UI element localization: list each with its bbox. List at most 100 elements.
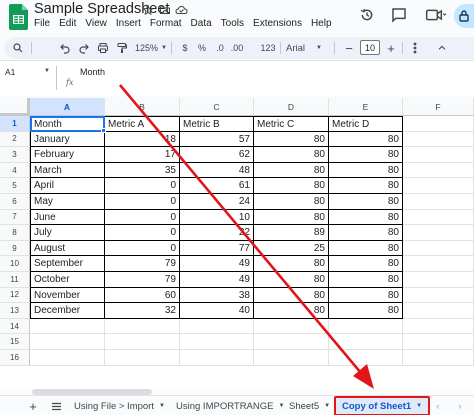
cell-f6[interactable] — [403, 194, 474, 210]
cell-e9[interactable]: 80 — [329, 240, 403, 257]
row-header-7[interactable]: 7 — [0, 209, 30, 226]
search-menus-icon[interactable] — [10, 37, 26, 59]
cell-d13[interactable]: 80 — [254, 303, 329, 319]
cell-c7[interactable]: 10 — [180, 209, 254, 226]
cell-e1[interactable]: Metric D — [329, 116, 403, 132]
row-header-9[interactable]: 9 — [0, 240, 30, 257]
cell-f16[interactable] — [403, 350, 474, 366]
row-header-16[interactable]: 16 — [0, 350, 30, 366]
row-header-8[interactable]: 8 — [0, 225, 30, 241]
cell-d10[interactable]: 80 — [254, 256, 329, 272]
fill-handle[interactable] — [101, 128, 106, 133]
chevron-down-icon[interactable]: ▼ — [159, 403, 165, 409]
row-header-5[interactable]: 5 — [0, 178, 30, 194]
cell-a15[interactable] — [30, 334, 105, 350]
cell-e12[interactable]: 80 — [329, 287, 403, 304]
cell-e13[interactable]: 80 — [329, 303, 403, 319]
cell-e2[interactable]: 80 — [329, 131, 403, 148]
cell-c1[interactable]: Metric B — [180, 116, 254, 132]
cell-b10[interactable]: 79 — [105, 256, 180, 272]
cell-b12[interactable]: 60 — [105, 287, 180, 304]
cell-d5[interactable]: 80 — [254, 178, 329, 194]
all-sheets-icon[interactable] — [49, 398, 63, 414]
chevron-down-icon[interactable]: ▼ — [278, 403, 284, 409]
cell-e4[interactable]: 80 — [329, 162, 403, 179]
row-header-13[interactable]: 13 — [0, 303, 30, 319]
cloud-saved-icon[interactable] — [175, 3, 188, 16]
cell-e8[interactable]: 80 — [329, 225, 403, 241]
cell-c9[interactable]: 77 — [180, 240, 254, 257]
star-icon[interactable] — [141, 3, 154, 16]
chevron-down-icon[interactable]: ▼ — [324, 403, 330, 409]
cell-f12[interactable] — [403, 287, 474, 304]
cell-b15[interactable] — [105, 334, 180, 350]
row-header-6[interactable]: 6 — [0, 194, 30, 210]
sheets-logo-icon[interactable] — [9, 4, 28, 30]
decrease-decimal-button[interactable]: .0 — [213, 37, 227, 59]
cell-c8[interactable]: 22 — [180, 225, 254, 241]
number-format-button[interactable]: 123 — [260, 37, 276, 59]
cell-a5[interactable]: April — [30, 178, 105, 194]
cell-a11[interactable]: October — [30, 272, 105, 288]
currency-format-button[interactable]: $ — [179, 37, 191, 59]
column-header-a[interactable]: A — [30, 98, 105, 116]
cell-c5[interactable]: 61 — [180, 178, 254, 194]
cell-b5[interactable]: 0 — [105, 178, 180, 194]
cell-c3[interactable]: 62 — [180, 147, 254, 163]
row-header-4[interactable]: 4 — [0, 162, 30, 179]
cell-b7[interactable]: 0 — [105, 209, 180, 226]
cell-e3[interactable]: 80 — [329, 147, 403, 163]
cell-d15[interactable] — [254, 334, 329, 350]
cell-c15[interactable] — [180, 334, 254, 350]
cell-e6[interactable]: 80 — [329, 194, 403, 210]
name-box[interactable]: A1 — [5, 67, 15, 77]
menu-edit[interactable]: Edit — [59, 18, 76, 29]
cell-d16[interactable] — [254, 350, 329, 366]
percent-format-button[interactable]: % — [196, 37, 208, 59]
cell-c10[interactable]: 49 — [180, 256, 254, 272]
hide-menus-chevron-up-icon[interactable] — [434, 37, 450, 59]
cell-a7[interactable]: June — [30, 209, 105, 226]
cell-b6[interactable]: 0 — [105, 194, 180, 210]
cell-f9[interactable] — [403, 240, 474, 257]
cell-d3[interactable]: 80 — [254, 147, 329, 163]
move-folder-icon[interactable] — [158, 3, 171, 16]
scroll-tabs-left-icon[interactable]: ‹ — [432, 398, 444, 414]
font-family-select[interactable]: Arial ▼ — [286, 37, 330, 59]
cell-e16[interactable] — [329, 350, 403, 366]
share-button[interactable] — [454, 4, 474, 28]
cell-d2[interactable]: 80 — [254, 131, 329, 148]
cell-a13[interactable]: December — [30, 303, 105, 319]
cell-e10[interactable]: 80 — [329, 256, 403, 272]
cell-a9[interactable]: August — [30, 240, 105, 257]
cell-c14[interactable] — [180, 318, 254, 335]
cell-a14[interactable] — [30, 318, 105, 335]
row-header-3[interactable]: 3 — [0, 147, 30, 163]
column-header-b[interactable]: B — [105, 98, 180, 116]
cell-a6[interactable]: May — [30, 194, 105, 210]
menu-help[interactable]: Help — [311, 18, 332, 29]
menu-insert[interactable]: Insert — [116, 18, 141, 29]
cell-b13[interactable]: 32 — [105, 303, 180, 319]
menu-view[interactable]: View — [85, 18, 107, 29]
cell-a8[interactable]: July — [30, 225, 105, 241]
cell-a4[interactable]: March — [30, 162, 105, 179]
cell-c13[interactable]: 40 — [180, 303, 254, 319]
cell-f15[interactable] — [403, 334, 474, 350]
column-header-d[interactable]: D — [254, 98, 329, 116]
cell-c6[interactable]: 24 — [180, 194, 254, 210]
sheet-tab-using-importrange[interactable]: Using IMPORTRANGE ▼ — [176, 397, 284, 415]
cell-f14[interactable] — [403, 318, 474, 335]
menu-extensions[interactable]: Extensions — [253, 18, 302, 29]
chevron-down-icon[interactable]: ▼ — [416, 403, 422, 409]
cell-d7[interactable]: 80 — [254, 209, 329, 226]
cell-a12[interactable]: November — [30, 287, 105, 304]
menu-file[interactable]: File — [34, 18, 50, 29]
cell-b14[interactable] — [105, 318, 180, 335]
row-header-10[interactable]: 10 — [0, 256, 30, 272]
cell-f4[interactable] — [403, 162, 474, 179]
menu-data[interactable]: Data — [191, 18, 212, 29]
add-sheet-button[interactable]: + — [26, 398, 40, 414]
redo-icon[interactable] — [76, 37, 92, 59]
decrease-font-size-button[interactable]: − — [342, 37, 356, 59]
